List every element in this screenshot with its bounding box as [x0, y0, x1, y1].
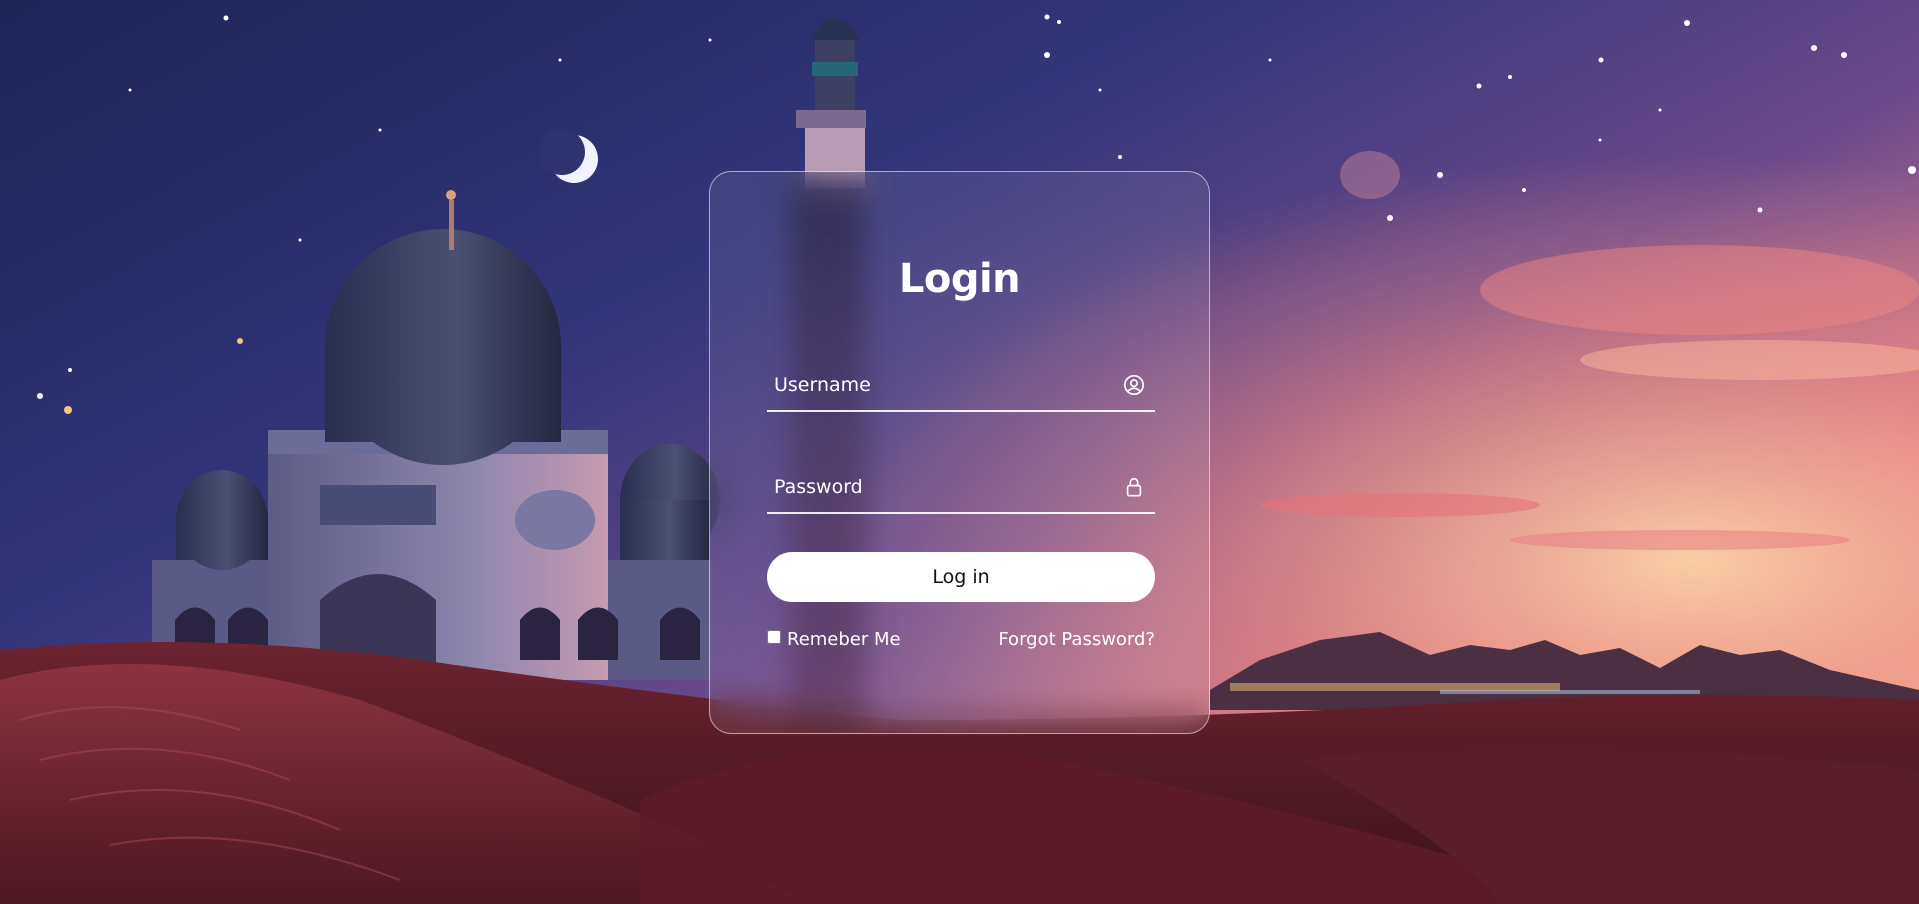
lock-icon — [1126, 477, 1142, 497]
login-card: Login Log in Rem — [709, 171, 1210, 734]
remember-me-checkbox[interactable] — [767, 629, 781, 644]
username-field-wrapper — [767, 362, 1155, 412]
user-circle-icon — [1124, 375, 1144, 395]
login-page: Login Log in Rem — [0, 0, 1919, 904]
username-input[interactable] — [767, 362, 1107, 408]
remember-forgot-row: Remeber Me Forgot Password? — [767, 629, 1155, 655]
password-field-wrapper — [767, 464, 1155, 514]
forgot-password-link[interactable]: Forgot Password? — [998, 629, 1155, 650]
remember-me-label[interactable]: Remeber Me — [767, 629, 901, 650]
password-input[interactable] — [767, 464, 1107, 510]
remember-me-text: Remeber Me — [787, 629, 901, 650]
login-button[interactable]: Log in — [767, 552, 1155, 602]
login-form: Login Log in Rem — [710, 172, 1209, 733]
login-title: Login — [898, 256, 1021, 302]
